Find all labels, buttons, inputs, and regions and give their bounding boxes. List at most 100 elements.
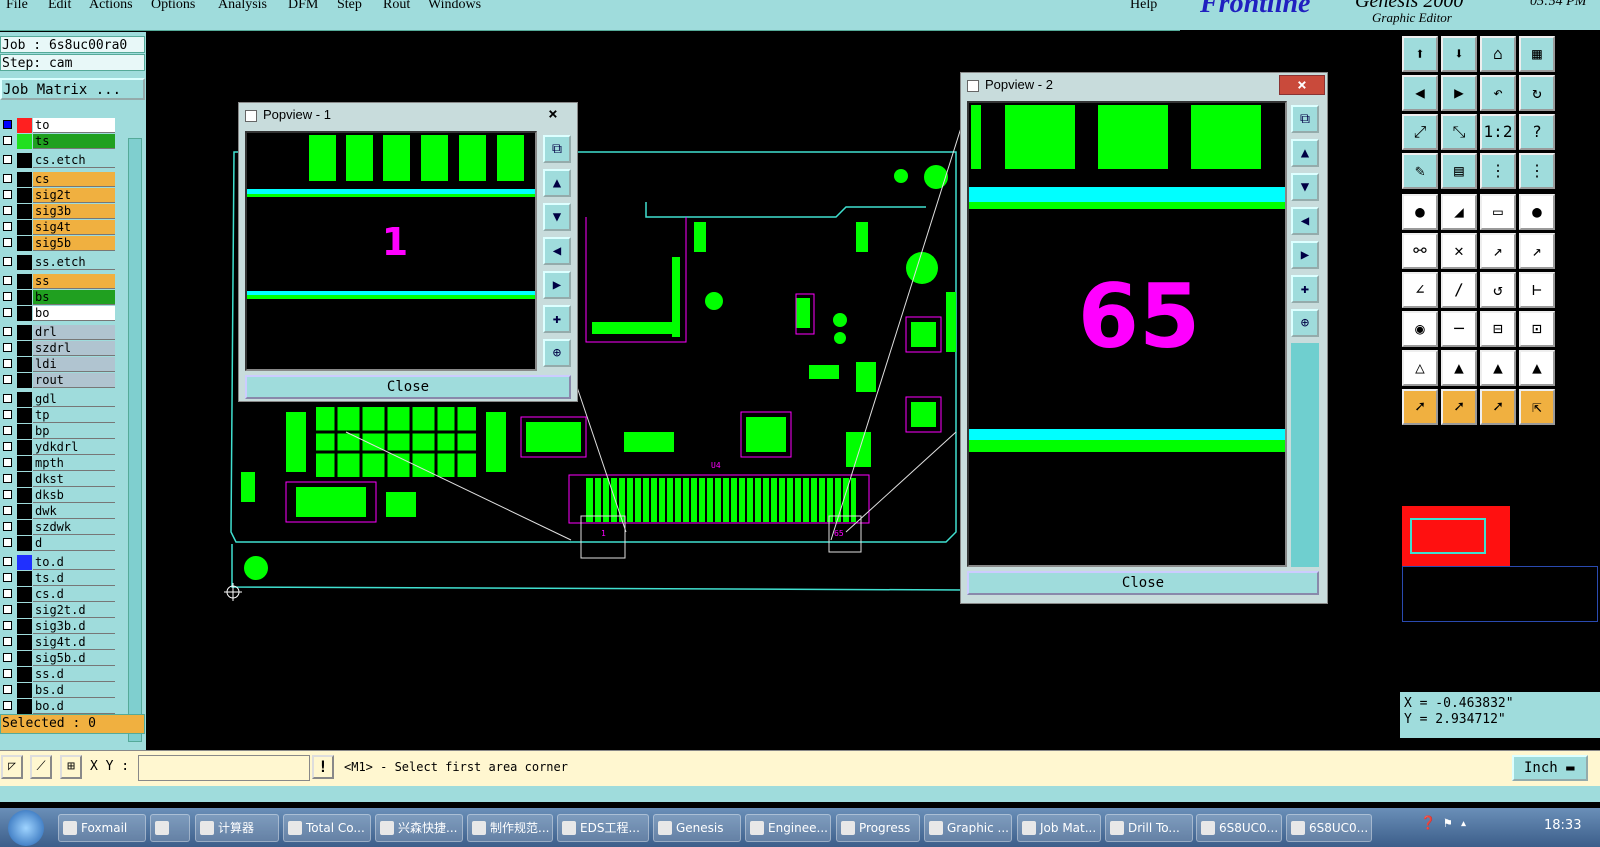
- pan-down-icon[interactable]: ▼: [543, 203, 571, 231]
- layer-name[interactable]: rout: [33, 373, 115, 388]
- layer-row-sig2t-d[interactable]: sig2t.d: [0, 603, 117, 618]
- popview-2-titlebar[interactable]: Popview - 2: [961, 73, 1327, 97]
- layer-row-bo[interactable]: bo: [0, 306, 117, 321]
- layer-name[interactable]: cs: [33, 172, 115, 187]
- layer-color-swatch[interactable]: [17, 118, 32, 133]
- layer-name[interactable]: ss.d: [33, 667, 115, 682]
- layer-checkbox[interactable]: [3, 410, 12, 419]
- layer-name[interactable]: ss.etch: [33, 255, 115, 270]
- layer-checkbox[interactable]: [3, 292, 12, 301]
- layer-name[interactable]: dkst: [33, 472, 115, 487]
- grid-icon[interactable]: ⊞: [60, 755, 82, 779]
- layer-name[interactable]: cs.etch: [33, 153, 115, 168]
- layer-row-cs-etch[interactable]: cs.etch: [0, 153, 117, 168]
- layer-checkbox[interactable]: [3, 669, 12, 678]
- layer-color-swatch[interactable]: [17, 504, 32, 519]
- menu-file[interactable]: File: [6, 0, 28, 13]
- pan-left-icon[interactable]: ◀: [543, 237, 571, 265]
- help-icon[interactable]: ❓: [1420, 816, 1436, 831]
- tool-icon-1-1[interactable]: ▶: [1441, 75, 1477, 111]
- layer-row-drl[interactable]: drl: [0, 325, 117, 340]
- layer-name[interactable]: sig5b.d: [33, 651, 115, 666]
- layer-scrollbar[interactable]: [128, 138, 142, 742]
- layer-checkbox[interactable]: [3, 701, 12, 710]
- layer-color-swatch[interactable]: [17, 204, 32, 219]
- layer-checkbox[interactable]: [3, 474, 12, 483]
- layer-name[interactable]: sig4t: [33, 220, 115, 235]
- taskbar-item[interactable]: 兴森快捷...: [375, 814, 463, 842]
- layer-checkbox[interactable]: [3, 206, 12, 215]
- layer-color-swatch[interactable]: [17, 667, 32, 682]
- tool-icon-0-0[interactable]: ⬆: [1402, 36, 1438, 72]
- layer-name[interactable]: ldi: [33, 357, 115, 372]
- popview-2-close-button[interactable]: Close: [967, 571, 1319, 595]
- graphic-canvas[interactable]: 1 65 U4 Popview - 1 × 1 ⧉ ▲ ▼ ◀ ▶ ✚ ⊕ Cl…: [146, 32, 1400, 738]
- layer-checkbox[interactable]: [3, 573, 12, 582]
- taskbar-item[interactable]: Drill To...: [1105, 814, 1193, 842]
- tool-icon-4-0[interactable]: ●: [1402, 194, 1438, 230]
- pan-right-icon[interactable]: ▶: [1291, 241, 1319, 269]
- layer-checkbox[interactable]: [3, 276, 12, 285]
- tool-icon-1-2[interactable]: ↶: [1480, 75, 1516, 111]
- layer-color-swatch[interactable]: [17, 619, 32, 634]
- taskbar-item[interactable]: [150, 814, 190, 842]
- layer-color-swatch[interactable]: [17, 392, 32, 407]
- pan-left-icon[interactable]: ◀: [1291, 207, 1319, 235]
- tool-icon-3-1[interactable]: ▤: [1441, 153, 1477, 189]
- layer-name[interactable]: to.d: [33, 555, 115, 570]
- layer-color-swatch[interactable]: [17, 683, 32, 698]
- layer-name[interactable]: sig2t.d: [33, 603, 115, 618]
- layer-checkbox[interactable]: [3, 589, 12, 598]
- taskbar-item[interactable]: 6S8UC0...: [1196, 814, 1282, 842]
- layer-row-ydkdrl[interactable]: ydkdrl: [0, 440, 117, 455]
- layer-name[interactable]: gdl: [33, 392, 115, 407]
- layer-checkbox[interactable]: [3, 458, 12, 467]
- tool-icon-4-2[interactable]: ▭: [1480, 194, 1516, 230]
- zoom-out-icon[interactable]: ⊕: [543, 339, 571, 367]
- tool-icon-6-3[interactable]: ⊢: [1519, 272, 1555, 308]
- layer-row-ss-etch[interactable]: ss.etch: [0, 255, 117, 270]
- zoom-fit-icon[interactable]: ⧉: [1291, 105, 1319, 133]
- tool-icon-8-3[interactable]: ▲: [1519, 350, 1555, 386]
- tool-icon-9-1[interactable]: ➚: [1441, 389, 1477, 425]
- layer-name[interactable]: tp: [33, 408, 115, 423]
- layer-name[interactable]: bo: [33, 306, 115, 321]
- tool-icon-9-2[interactable]: ➚: [1480, 389, 1516, 425]
- tool-icon-9-0[interactable]: ➚: [1402, 389, 1438, 425]
- layer-checkbox[interactable]: [3, 222, 12, 231]
- taskbar-item[interactable]: Genesis: [653, 814, 741, 842]
- xy-input[interactable]: [138, 755, 310, 781]
- menu-windows[interactable]: Windows: [428, 0, 481, 13]
- pan-down-icon[interactable]: ▼: [1291, 173, 1319, 201]
- layer-color-swatch[interactable]: [17, 408, 32, 423]
- layer-row-to-d[interactable]: to.d: [0, 555, 117, 570]
- layer-checkbox[interactable]: [3, 685, 12, 694]
- layer-row-bo-d[interactable]: bo.d: [0, 699, 117, 714]
- layer-color-swatch[interactable]: [17, 440, 32, 455]
- layer-row-bs[interactable]: bs: [0, 290, 117, 305]
- layer-name[interactable]: sig5b: [33, 236, 115, 251]
- pan-up-icon[interactable]: ▲: [543, 169, 571, 197]
- layer-name[interactable]: ts.d: [33, 571, 115, 586]
- tool-icon-6-1[interactable]: ∕: [1441, 272, 1477, 308]
- tool-icon-6-2[interactable]: ↺: [1480, 272, 1516, 308]
- snap-icon[interactable]: ◸: [1, 755, 23, 779]
- menu-dfm[interactable]: DFM: [288, 0, 318, 13]
- tool-icon-5-3[interactable]: ↗: [1519, 233, 1555, 269]
- layer-checkbox[interactable]: [3, 155, 12, 164]
- layer-row-sig5b[interactable]: sig5b: [0, 236, 117, 251]
- layer-row-gdl[interactable]: gdl: [0, 392, 117, 407]
- units-dropdown[interactable]: Inch ▬: [1512, 755, 1588, 781]
- layer-checkbox[interactable]: [3, 426, 12, 435]
- layer-row-cs-d[interactable]: cs.d: [0, 587, 117, 602]
- tool-icon-7-2[interactable]: ⊟: [1480, 311, 1516, 347]
- layer-checkbox[interactable]: [3, 174, 12, 183]
- tool-icon-0-3[interactable]: ▦: [1519, 36, 1555, 72]
- tool-icon-8-2[interactable]: ▲: [1480, 350, 1516, 386]
- layer-row-to[interactable]: to: [0, 118, 117, 133]
- layer-row-mpth[interactable]: mpth: [0, 456, 117, 471]
- zoom-fit-icon[interactable]: ⧉: [543, 135, 571, 163]
- layer-row-ts-d[interactable]: ts.d: [0, 571, 117, 586]
- layer-checkbox[interactable]: [3, 238, 12, 247]
- menu-step[interactable]: Step: [337, 0, 362, 13]
